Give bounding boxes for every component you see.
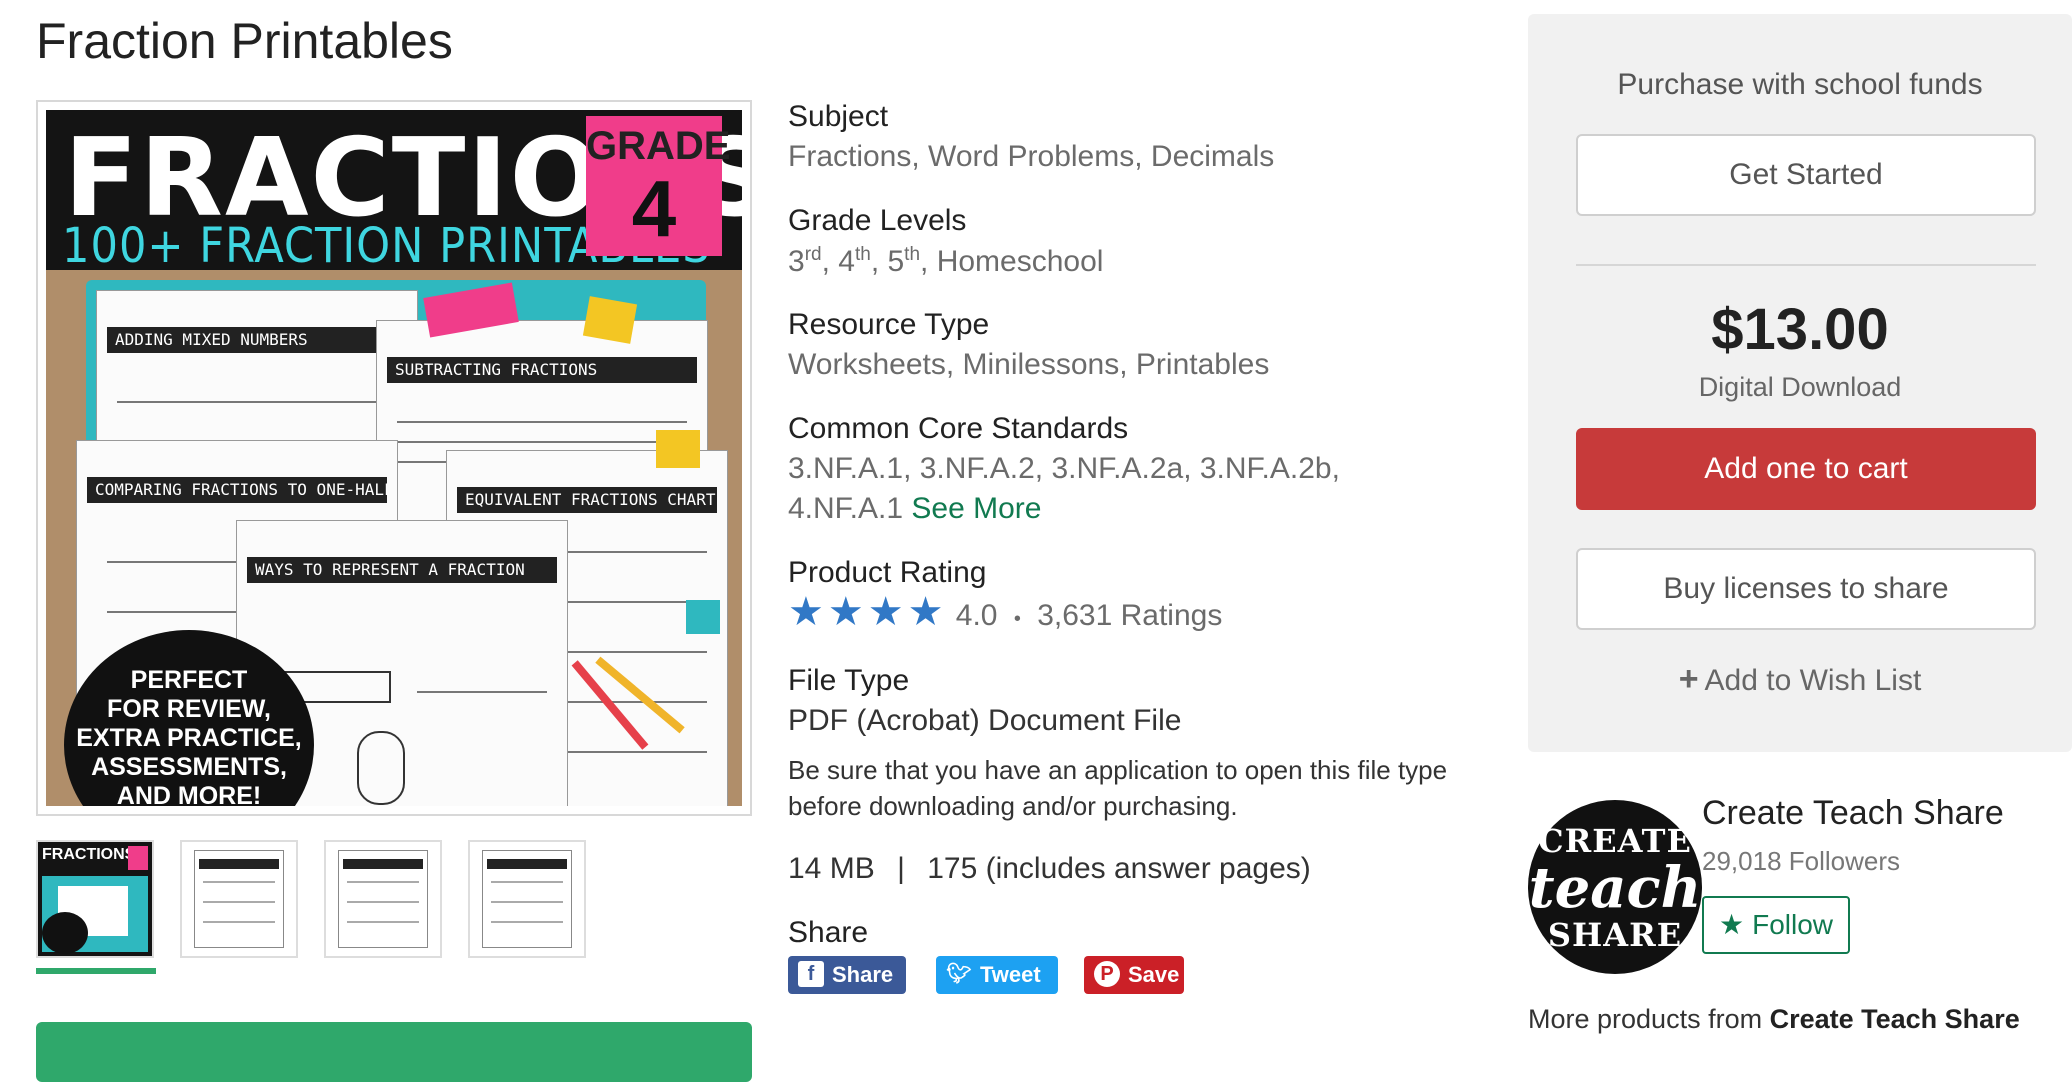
star-icon: ★ (907, 590, 944, 634)
panel-divider (1576, 264, 2036, 266)
twitter-bird-icon: 🐦︎ (946, 963, 972, 986)
purchase-panel: Purchase with school funds Get Started $… (1528, 14, 2072, 752)
pinterest-icon: P (1094, 961, 1120, 988)
grade-word: GRADE (586, 124, 731, 168)
standard-link[interactable]: 3.NF.A.2a (1051, 452, 1183, 485)
standard-link[interactable]: 3.NF.A.1 (788, 452, 903, 485)
common-core-label: Common Core Standards (788, 412, 1129, 445)
file-size-pages: 14 MB | 175 (includes answer pages) (788, 852, 1311, 886)
rating-value: 4.0 (955, 599, 998, 632)
pinterest-save-button[interactable]: P Save (1084, 956, 1184, 994)
download-type: Digital Download (1698, 372, 1902, 402)
common-core-values-row1: 3.NF.A.1, 3.NF.A.2, 3.NF.A.2a, 3.NF.A.2b… (788, 452, 1340, 485)
seller-followers: 29,018 Followers (1702, 846, 1900, 876)
resource-type-label: Resource Type (788, 308, 990, 341)
grade-levels-values: 3rd, 4th, 5th, Homeschool (788, 244, 1104, 278)
resource-type-values: Worksheets, Minilessons, Printables (788, 348, 1270, 381)
file-type-label: File Type (788, 664, 910, 697)
twitter-tweet-button[interactable]: 🐦︎ Tweet (936, 956, 1058, 994)
subject-values: Fractions, Word Problems, Decimals (788, 140, 1275, 173)
get-started-button[interactable]: Get Started (1576, 134, 2036, 216)
rating-row: ★ ★ ★ ★ 4.0 • 3,631 Ratings (788, 592, 1222, 633)
subject-label: Subject (788, 100, 889, 133)
thumbnail-3[interactable] (324, 840, 442, 958)
page-title: Fraction Printables (36, 13, 453, 69)
price: $13.00 (1711, 297, 1889, 362)
grade-4-link[interactable]: 4th (838, 244, 871, 278)
star-icon: ★ (867, 590, 904, 634)
grade-number: 4 (631, 164, 677, 253)
standard-link[interactable]: 4.NF.A.1 (788, 492, 903, 525)
rating-stars: ★ ★ ★ ★ (788, 592, 947, 633)
star-icon: ★ (827, 590, 864, 634)
grade-badge: GRADE 4 (586, 116, 731, 256)
thumbnail-1[interactable]: FRACTIONS (36, 840, 154, 958)
thumbnail-2[interactable] (180, 840, 298, 958)
facebook-icon: f (798, 961, 824, 988)
buy-licenses-button[interactable]: Buy licenses to share (1576, 548, 2036, 630)
cover-art: FRACTIONS 100+ FRACTION PRINTABLES GRADE… (46, 110, 742, 806)
star-icon: ★ (788, 590, 824, 634)
add-to-cart-button[interactable]: Add one to cart (1576, 428, 2036, 510)
seller-logo[interactable]: CREATE teach SHARE (1528, 800, 1702, 974)
file-size: 14 MB (788, 852, 875, 885)
follow-button[interactable]: ★ Follow (1702, 896, 1850, 954)
subject-link-word-problems[interactable]: Word Problems (928, 140, 1134, 173)
product-main-image[interactable]: FRACTIONS 100+ FRACTION PRINTABLES GRADE… (36, 100, 752, 816)
common-core-values-row2: 4.NF.A.1 See More (788, 492, 1041, 526)
plus-icon: + (1678, 660, 1699, 698)
see-more-link[interactable]: See More (911, 492, 1041, 525)
standard-link[interactable]: 3.NF.A.2b (1200, 452, 1332, 485)
more-products-heading: More products from Create Teach Share (1528, 1004, 2020, 1034)
teal-fraction-strip (686, 600, 720, 634)
thumbnail-4[interactable] (468, 840, 586, 958)
subject-link-decimals[interactable]: Decimals (1151, 140, 1274, 173)
size-separator: | (897, 852, 905, 885)
grade-levels-label: Grade Levels (788, 204, 967, 237)
yellow-fraction-strip (582, 296, 638, 344)
rating-separator: • (1013, 608, 1021, 630)
homeschool-link[interactable]: Homeschool (937, 245, 1104, 278)
thumbnail-1-title: FRACTIONS (42, 846, 136, 863)
yellow-fraction-strip-2 (656, 430, 700, 468)
resource-link-worksheets[interactable]: Worksheets (788, 348, 946, 381)
page-count: 175 (includes answer pages) (927, 852, 1311, 885)
resource-link-minilessons[interactable]: Minilessons (963, 348, 1120, 381)
grade-3-link[interactable]: 3rd (788, 244, 822, 278)
seller-name[interactable]: Create Teach Share (1702, 794, 2004, 833)
subject-link-fractions[interactable]: Fractions (788, 140, 911, 173)
product-rating-label: Product Rating (788, 556, 987, 589)
thumbnail-active-indicator (36, 968, 156, 974)
star-icon: ★ (1718, 909, 1745, 940)
facebook-share-button[interactable]: f Share (788, 956, 906, 994)
file-type-note: Be sure that you have an application to … (788, 755, 1448, 821)
preview-button[interactable] (36, 1022, 752, 1082)
share-label: Share (788, 916, 869, 949)
wish-list-link[interactable]: + Add to Wish List (1528, 660, 2072, 699)
school-funds-label: Purchase with school funds (1617, 68, 1983, 101)
resource-link-printables[interactable]: Printables (1136, 348, 1269, 381)
rating-count-link[interactable]: 3,631 Ratings (1037, 599, 1222, 632)
more-products-seller-link[interactable]: Create Teach Share (1770, 1004, 2020, 1034)
grade-5-link[interactable]: 5th (887, 244, 920, 278)
standard-link[interactable]: 3.NF.A.2 (920, 452, 1035, 485)
file-type-value: PDF (Acrobat) Document File (788, 704, 1182, 737)
